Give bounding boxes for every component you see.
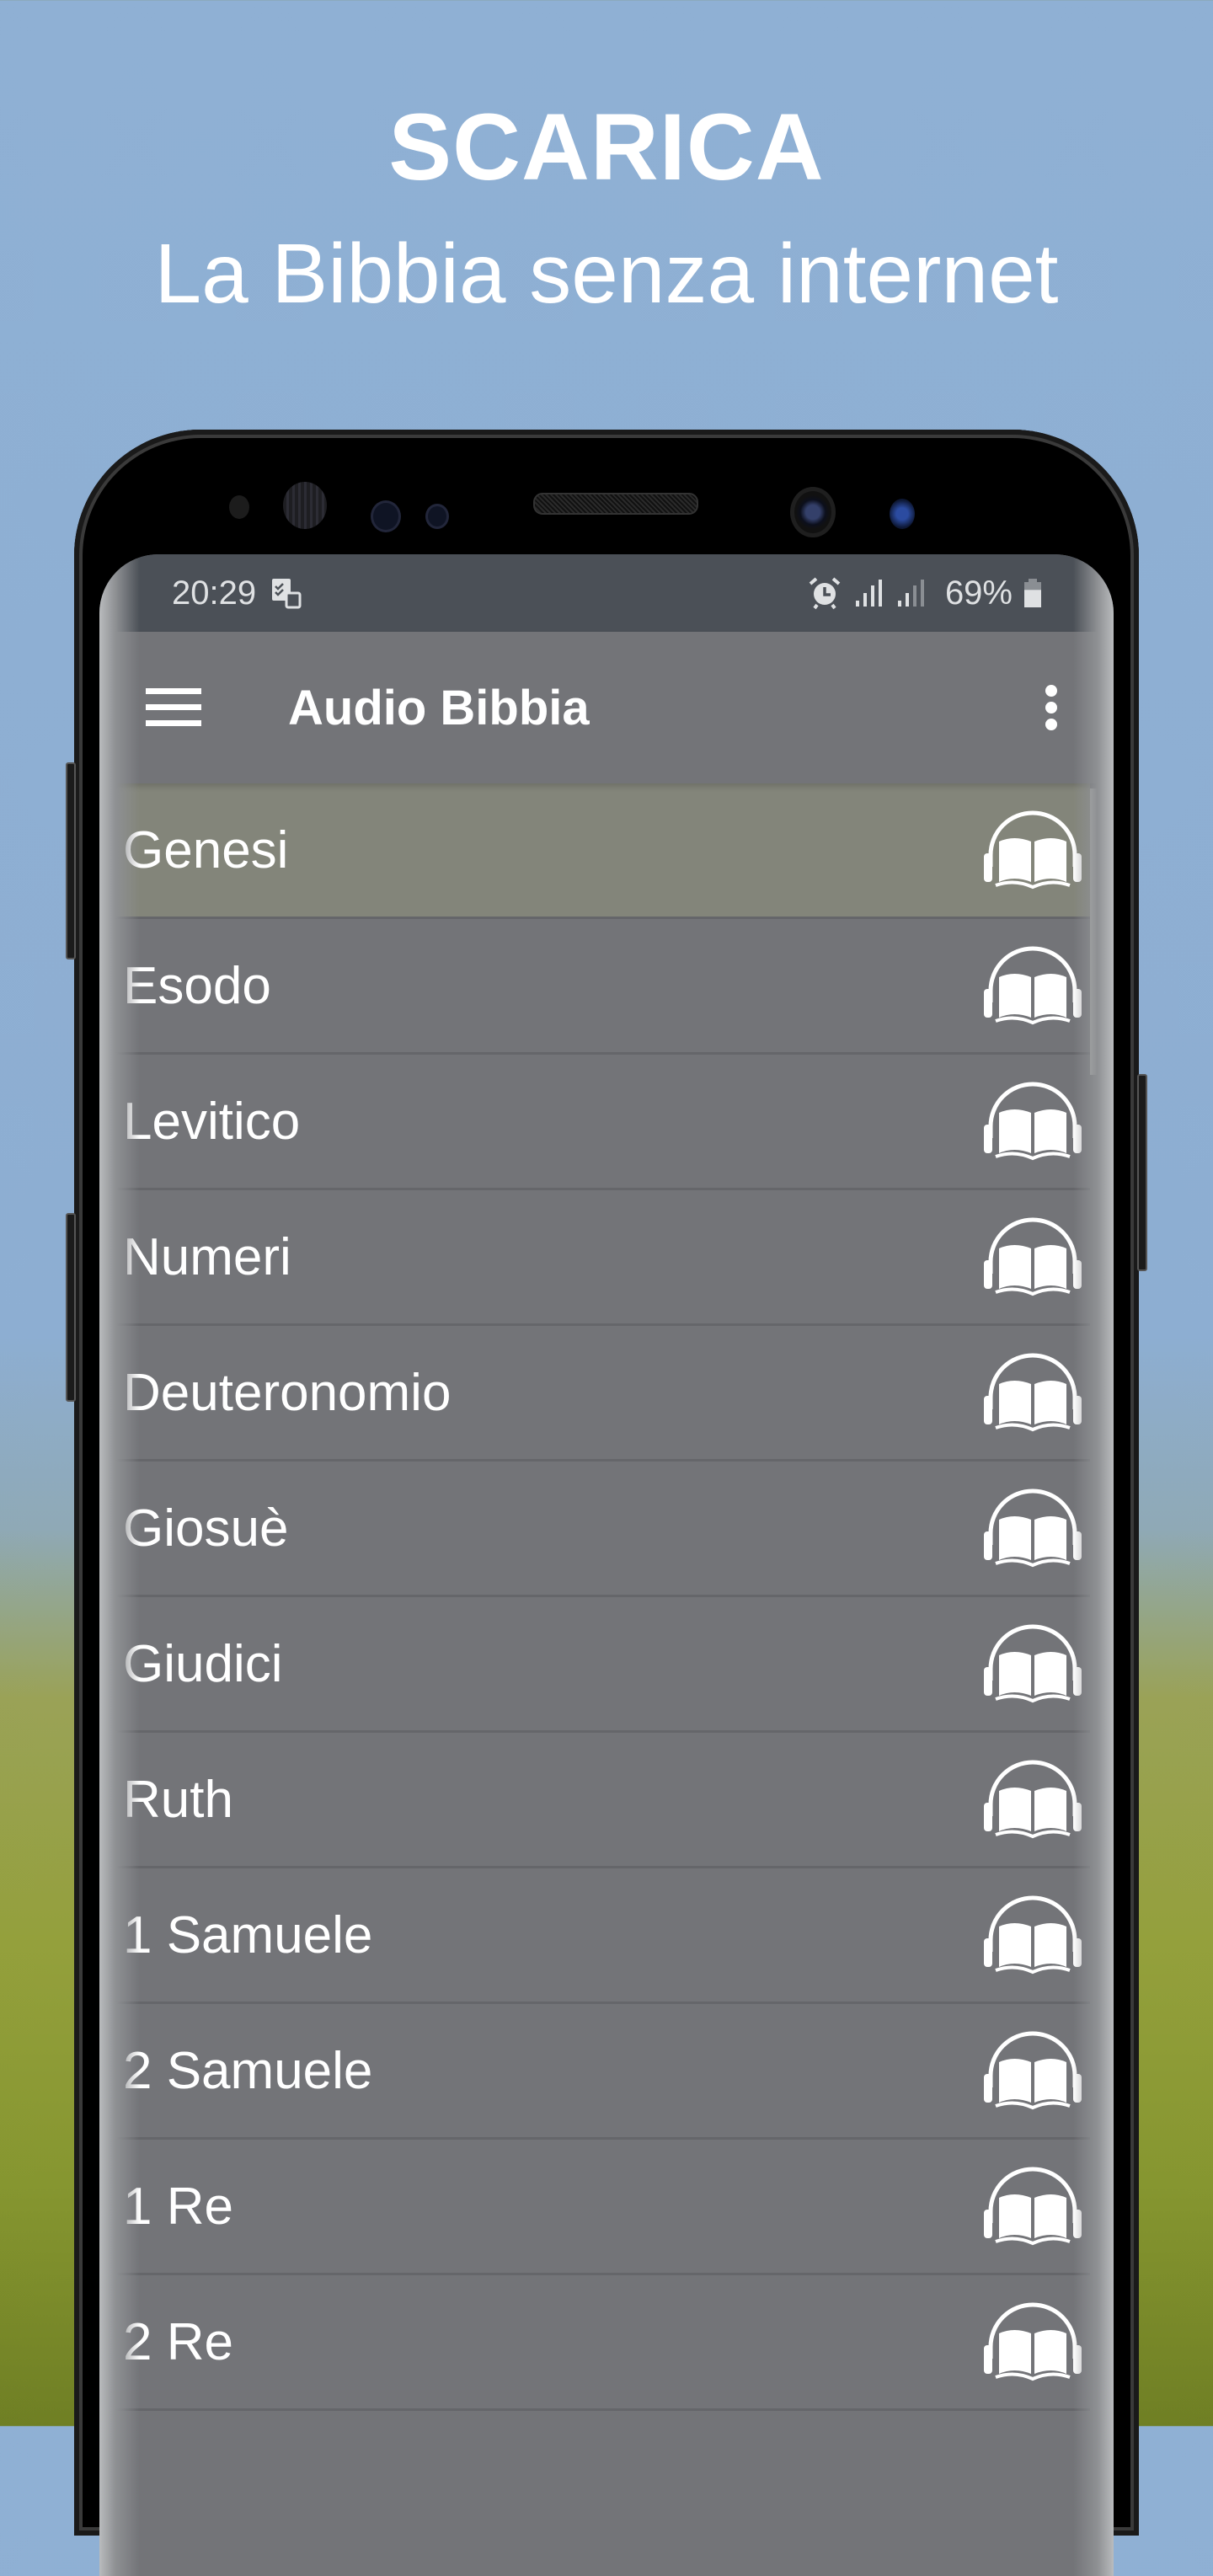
book-list-item[interactable]: Numeri bbox=[113, 1190, 1090, 1326]
app-screen: 20:29 69% Audio Bibbia Genesi Esodo Levi… bbox=[99, 554, 1114, 2576]
book-list-item[interactable]: Levitico bbox=[113, 1055, 1090, 1190]
side-button bbox=[1137, 1074, 1147, 1271]
phone-frame: 20:29 69% Audio Bibbia Genesi Esodo Levi… bbox=[66, 430, 1147, 2576]
book-list-item[interactable]: 1 Samuele bbox=[113, 1868, 1090, 2004]
menu-button[interactable] bbox=[131, 665, 216, 750]
audio-book-headphones-icon[interactable] bbox=[981, 1079, 1085, 1163]
audio-book-headphones-icon[interactable] bbox=[981, 2164, 1085, 2248]
book-title: 1 Re bbox=[123, 2177, 233, 2236]
book-title: 2 Samuele bbox=[123, 2041, 373, 2100]
book-list[interactable]: Genesi Esodo Levitico Numeri Deuteronomi… bbox=[99, 783, 1114, 2411]
more-vert-icon bbox=[1045, 685, 1057, 730]
side-button bbox=[66, 1213, 76, 1402]
book-title: Levitico bbox=[123, 1092, 301, 1151]
book-title: Giosuè bbox=[123, 1499, 289, 1558]
audio-book-headphones-icon[interactable] bbox=[981, 1350, 1085, 1435]
sensor-icon bbox=[229, 495, 249, 519]
book-title: 1 Samuele bbox=[123, 1905, 373, 1964]
audio-book-headphones-icon[interactable] bbox=[981, 2028, 1085, 2113]
sensor-icon bbox=[425, 504, 449, 529]
book-title: Esodo bbox=[123, 956, 271, 1015]
audio-book-headphones-icon[interactable] bbox=[981, 2300, 1085, 2384]
book-list-item[interactable]: 2 Re bbox=[113, 2275, 1090, 2411]
audio-book-headphones-icon[interactable] bbox=[981, 1622, 1085, 1706]
audio-book-headphones-icon[interactable] bbox=[981, 808, 1085, 892]
app-title: Audio Bibbia bbox=[288, 680, 590, 735]
alarm-icon bbox=[807, 575, 842, 611]
book-list-item[interactable]: Ruth bbox=[113, 1733, 1090, 1868]
book-list-item[interactable]: Genesi bbox=[113, 783, 1090, 919]
promo-headline: SCARICA bbox=[388, 94, 825, 200]
audio-book-headphones-icon[interactable] bbox=[981, 1486, 1085, 1570]
front-camera-icon bbox=[790, 487, 836, 537]
book-list-item[interactable]: 1 Re bbox=[113, 2140, 1090, 2275]
signal-icon bbox=[896, 578, 927, 608]
audio-book-headphones-icon[interactable] bbox=[981, 943, 1085, 1028]
sensor-icon bbox=[371, 500, 401, 532]
book-list-item[interactable]: 2 Samuele bbox=[113, 2004, 1090, 2140]
task-sync-icon bbox=[270, 576, 303, 610]
app-bar: Audio Bibbia bbox=[99, 632, 1114, 783]
hamburger-menu-icon bbox=[146, 688, 201, 726]
book-title: Deuteronomio bbox=[123, 1363, 452, 1422]
book-list-item[interactable]: Giosuè bbox=[113, 1462, 1090, 1597]
book-title: Numeri bbox=[123, 1227, 291, 1286]
battery-icon bbox=[1023, 578, 1043, 608]
status-time: 20:29 bbox=[172, 574, 257, 612]
book-title: Genesi bbox=[123, 820, 289, 879]
side-button bbox=[66, 762, 76, 959]
iris-scanner-icon bbox=[283, 482, 327, 529]
book-list-item[interactable]: Esodo bbox=[113, 919, 1090, 1055]
audio-book-headphones-icon[interactable] bbox=[981, 1215, 1085, 1299]
book-list-item[interactable]: Giudici bbox=[113, 1597, 1090, 1733]
signal-icon bbox=[854, 578, 884, 608]
audio-book-headphones-icon[interactable] bbox=[981, 1893, 1085, 1977]
book-title: Ruth bbox=[123, 1770, 233, 1829]
promo-subheadline: La Bibbia senza internet bbox=[154, 227, 1059, 321]
more-options-button[interactable] bbox=[1018, 665, 1085, 750]
sensor-icon bbox=[890, 499, 915, 529]
audio-book-headphones-icon[interactable] bbox=[981, 1757, 1085, 1841]
earpiece-speaker bbox=[533, 493, 698, 515]
phone-sensors bbox=[74, 430, 1139, 556]
scrollbar[interactable] bbox=[1090, 788, 1098, 1075]
book-title: 2 Re bbox=[123, 2312, 233, 2371]
book-list-item[interactable]: Deuteronomio bbox=[113, 1326, 1090, 1462]
book-title: Giudici bbox=[123, 1634, 283, 1693]
status-bar: 20:29 69% bbox=[99, 554, 1114, 632]
battery-percent: 69% bbox=[944, 574, 1013, 612]
